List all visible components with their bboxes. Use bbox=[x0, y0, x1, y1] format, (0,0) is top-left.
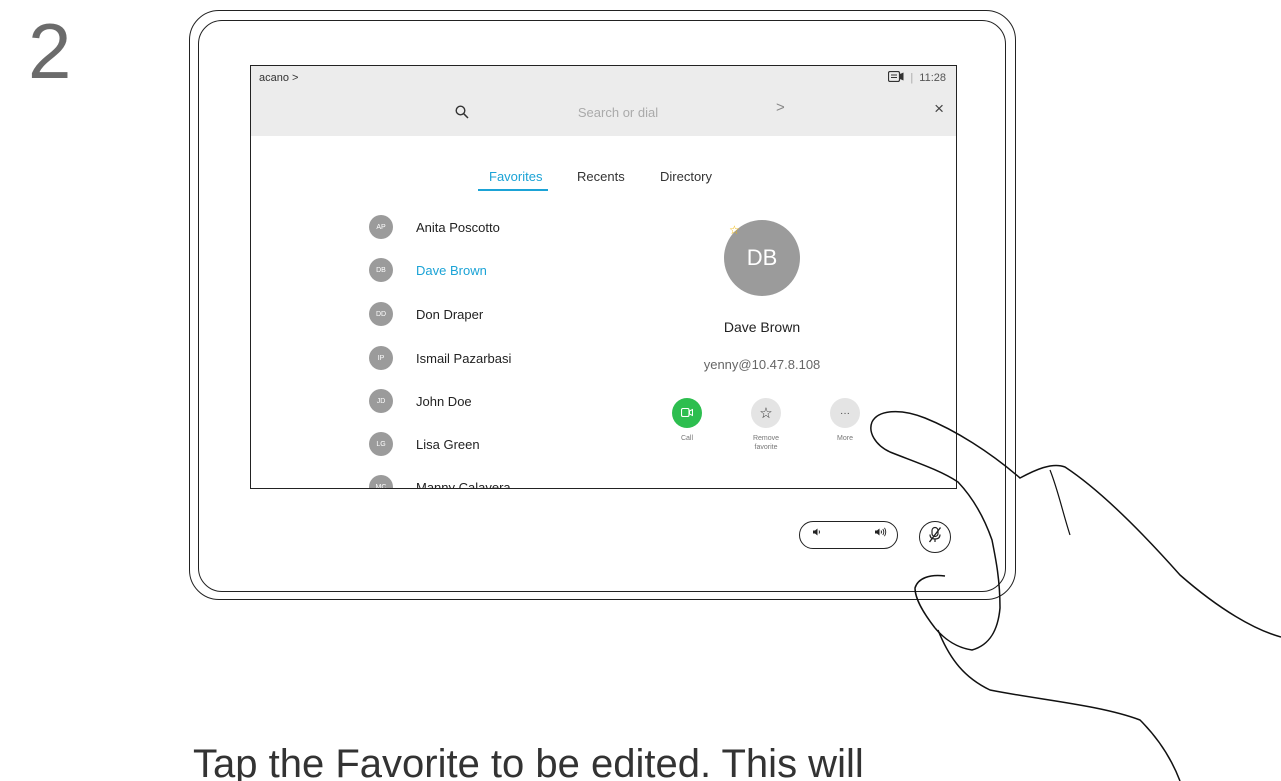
list-item[interactable]: LG Lisa Green bbox=[369, 432, 480, 456]
contact-name: Don Draper bbox=[416, 306, 484, 322]
instruction-text: Tap the Favorite to be edited. This will bbox=[193, 742, 864, 781]
contact-name: Anita Poscotto bbox=[416, 219, 500, 235]
detail-contact-address: yenny@10.47.8.108 bbox=[703, 357, 821, 372]
list-item[interactable]: DB Dave Brown bbox=[369, 258, 487, 282]
remove-favorite-action[interactable]: ☆ Remove favorite bbox=[731, 398, 801, 452]
step-number: 2 bbox=[28, 7, 72, 95]
avatar: JD bbox=[369, 389, 393, 413]
detail-contact-name: Dave Brown bbox=[723, 319, 801, 335]
video-icon bbox=[680, 404, 693, 422]
search-bar[interactable] bbox=[444, 98, 762, 126]
call-button[interactable] bbox=[672, 398, 702, 428]
list-item[interactable]: MC Manny Calavera bbox=[369, 475, 511, 489]
favorite-star-icon: ☆ bbox=[729, 223, 740, 237]
list-item[interactable]: DD Don Draper bbox=[369, 302, 483, 326]
volume-up-icon[interactable] bbox=[874, 527, 887, 539]
active-tab-indicator bbox=[478, 189, 548, 191]
more-icon: ··· bbox=[840, 407, 850, 419]
contact-name: Ismail Pazarbasi bbox=[416, 350, 512, 366]
mute-mic-icon bbox=[927, 526, 943, 549]
contact-name: Manny Calavera bbox=[416, 479, 511, 489]
remove-favorite-button[interactable]: ☆ bbox=[751, 398, 781, 428]
mute-button[interactable] bbox=[919, 521, 951, 553]
clock: 11:28 bbox=[919, 72, 946, 84]
list-item[interactable]: IP Ismail Pazarbasi bbox=[369, 346, 511, 370]
tab-recents[interactable]: Recents bbox=[577, 169, 625, 184]
remove-favorite-label: Remove favorite bbox=[752, 435, 780, 452]
search-input[interactable] bbox=[474, 103, 762, 121]
more-button[interactable]: ··· bbox=[830, 398, 860, 428]
contact-name: Lisa Green bbox=[416, 436, 480, 452]
list-item[interactable]: JD John Doe bbox=[369, 389, 472, 413]
brand-label[interactable]: acano > bbox=[259, 72, 298, 84]
avatar: DD bbox=[369, 302, 393, 326]
avatar: DB bbox=[369, 258, 393, 282]
avatar: LG bbox=[369, 432, 393, 456]
top-bar: acano > | 11:28 > × bbox=[251, 66, 956, 136]
tab-directory[interactable]: Directory bbox=[660, 169, 712, 184]
call-label: Call bbox=[680, 435, 694, 442]
call-action[interactable]: Call bbox=[652, 398, 722, 443]
star-icon: ☆ bbox=[759, 405, 773, 422]
close-icon[interactable]: × bbox=[934, 99, 944, 119]
volume-control[interactable] bbox=[799, 521, 898, 549]
avatar: AP bbox=[369, 215, 393, 239]
dial-forward-button[interactable]: > bbox=[776, 99, 785, 116]
search-icon bbox=[450, 105, 474, 119]
contact-name: Dave Brown bbox=[416, 262, 487, 278]
tab-favorites[interactable]: Favorites bbox=[489, 169, 542, 184]
avatar: IP bbox=[369, 346, 393, 370]
status-area: | 11:28 bbox=[888, 70, 946, 85]
contact-name: John Doe bbox=[416, 393, 472, 409]
touch-screen: acano > | 11:28 > × Favorites Recents Di… bbox=[250, 65, 957, 489]
camera-icon[interactable] bbox=[888, 70, 904, 85]
status-separator: | bbox=[910, 72, 914, 84]
tab-bar: Favorites Recents Directory bbox=[251, 169, 956, 193]
volume-down-icon[interactable] bbox=[812, 527, 822, 539]
more-label: More bbox=[837, 435, 853, 442]
more-action[interactable]: ··· More bbox=[810, 398, 880, 443]
avatar: MC bbox=[369, 475, 393, 488]
list-item[interactable]: AP Anita Poscotto bbox=[369, 215, 500, 239]
